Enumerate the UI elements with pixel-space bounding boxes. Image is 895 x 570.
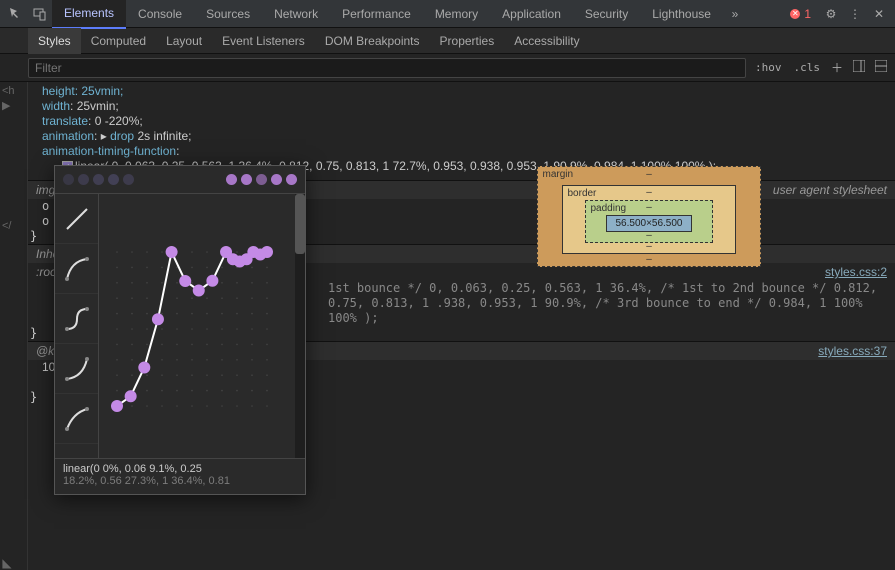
preset-ease-in-out-icon[interactable] [55, 294, 98, 344]
preset-ease-icon[interactable] [55, 394, 98, 444]
dom-line: </ [0, 219, 27, 234]
dom-gutter: <h ▶ </ [0, 82, 28, 570]
styles-filter-bar: :hov .cls ＋ [0, 54, 895, 82]
subtab-event-listeners[interactable]: Event Listeners [212, 28, 315, 54]
easing-editor-popup[interactable]: linear(0 0%, 0.06 9.1%, 0.25 18.2%, 0.56… [54, 165, 306, 495]
tab-performance[interactable]: Performance [330, 0, 423, 28]
computed-sidebar-icon[interactable] [851, 60, 867, 75]
subtab-layout[interactable]: Layout [156, 28, 212, 54]
tab-application[interactable]: Application [490, 0, 573, 28]
css-decl-translate[interactable]: translate: 0 -220%; [42, 114, 895, 129]
dom-line: <h [0, 84, 27, 99]
tab-memory[interactable]: Memory [423, 0, 490, 28]
easing-scrollbar[interactable] [295, 194, 305, 458]
preview-ball-icon [271, 174, 282, 185]
tab-console[interactable]: Console [126, 0, 194, 28]
cls-toggle[interactable]: .cls [791, 61, 824, 74]
preset-ease-out-icon[interactable] [55, 244, 98, 294]
box-model-diagram: margin – border – padding – 56.500×56.50… [363, 136, 895, 570]
box-model-padding[interactable]: padding – 56.500×56.500 – [585, 200, 712, 243]
preview-ball-icon [286, 174, 297, 185]
filter-input[interactable] [28, 58, 746, 78]
resize-handle-icon[interactable]: ◣ [0, 556, 14, 570]
tab-security[interactable]: Security [573, 0, 640, 28]
dom-expand-icon[interactable]: ▶ [0, 99, 27, 114]
more-tabs-icon[interactable]: » [723, 2, 747, 26]
hov-toggle[interactable]: :hov [752, 61, 785, 74]
subtab-dom-breakpoints[interactable]: DOM Breakpoints [315, 28, 430, 54]
preview-ball-icon [63, 174, 74, 185]
new-style-rule-icon[interactable]: ＋ [829, 59, 845, 76]
kebab-icon[interactable]: ⋮ [843, 2, 867, 26]
devtools-top-tabbar: Elements Console Sources Network Perform… [0, 0, 895, 28]
rendering-panel-icon[interactable] [873, 60, 889, 75]
preview-ball-icon [108, 174, 119, 185]
preview-ball-icon [123, 174, 134, 185]
error-count-badge[interactable]: ✕1 [790, 7, 811, 21]
subtab-properties[interactable]: Properties [430, 28, 505, 54]
easing-value-readout[interactable]: linear(0 0%, 0.06 9.1%, 0.25 18.2%, 0.56… [55, 458, 305, 494]
subtab-styles[interactable]: Styles [28, 28, 81, 54]
easing-canvas[interactable] [99, 194, 305, 458]
device-toolbar-icon[interactable] [28, 2, 52, 26]
tab-elements[interactable]: Elements [52, 0, 126, 29]
css-decl-height[interactable]: height: 25vmin; [42, 84, 895, 99]
preview-ball-icon [78, 174, 89, 185]
tab-sources[interactable]: Sources [194, 0, 262, 28]
inspect-element-icon[interactable] [4, 2, 28, 26]
subtab-accessibility[interactable]: Accessibility [504, 28, 589, 54]
preset-linear-icon[interactable] [55, 194, 98, 244]
preview-ball-icon [93, 174, 104, 185]
css-decl-width[interactable]: width: 25vmin; [42, 99, 895, 114]
subtab-computed[interactable]: Computed [81, 28, 156, 54]
tab-network[interactable]: Network [262, 0, 330, 28]
tab-lighthouse[interactable]: Lighthouse [640, 0, 723, 28]
styles-subtabs: Styles Computed Layout Event Listeners D… [0, 28, 895, 54]
error-count: 1 [804, 7, 811, 21]
preview-ball-icon [241, 174, 252, 185]
box-model-margin[interactable]: margin – border – padding – 56.500×56.50… [537, 166, 760, 267]
box-model-border[interactable]: border – padding – 56.500×56.500 – – [562, 185, 735, 254]
preview-ball-icon [226, 174, 237, 185]
gear-icon[interactable]: ⚙ [819, 2, 843, 26]
easing-preset-list[interactable] [55, 194, 99, 458]
preset-ease-in-icon[interactable] [55, 344, 98, 394]
preview-ball-icon [256, 174, 267, 185]
scrollbar-thumb[interactable] [295, 194, 305, 254]
close-icon[interactable]: ✕ [867, 2, 891, 26]
easing-preview-track [55, 166, 305, 194]
